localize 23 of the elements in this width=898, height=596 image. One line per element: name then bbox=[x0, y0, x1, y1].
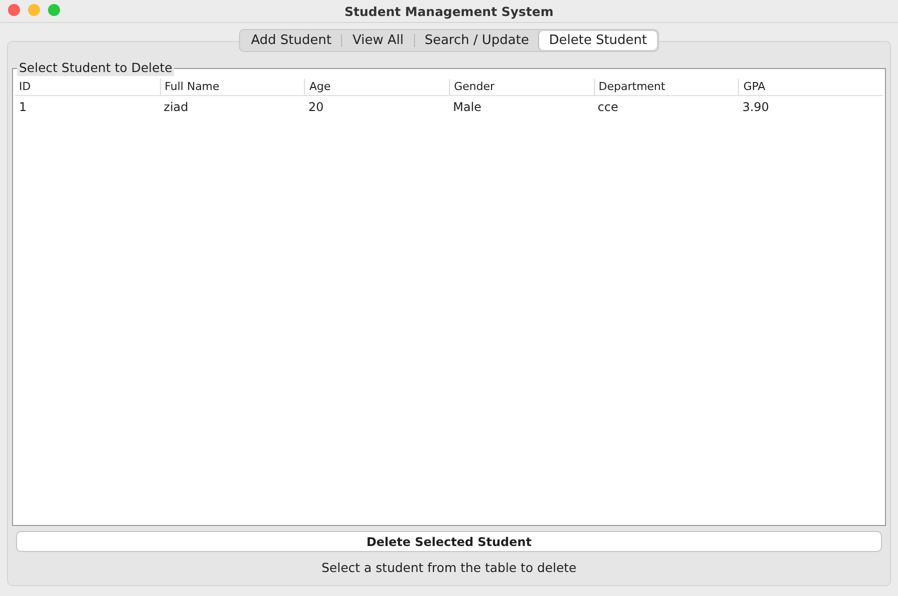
close-icon[interactable] bbox=[8, 4, 20, 16]
table-cell-text: cce bbox=[596, 100, 620, 114]
table-cell-text: 3.90 bbox=[741, 100, 770, 114]
table-cell-text: 20 bbox=[307, 100, 325, 114]
table-cell-text: Male bbox=[452, 100, 482, 114]
column-header[interactable]: Gender bbox=[449, 79, 594, 95]
delete-button[interactable]: Delete Selected Student bbox=[16, 531, 882, 552]
group-title: Select Student to Delete bbox=[17, 60, 174, 76]
status-text: Select a student from the table to delete bbox=[321, 560, 576, 575]
tab[interactable]: View All bbox=[342, 31, 414, 50]
column-header[interactable]: Department bbox=[594, 79, 738, 95]
tab[interactable]: Delete Student bbox=[538, 31, 657, 50]
tab[interactable]: Search / Update bbox=[414, 31, 539, 50]
column-header[interactable]: Full Name bbox=[160, 79, 304, 95]
maximize-icon[interactable] bbox=[48, 4, 60, 16]
table-cell-text: 1 bbox=[18, 100, 28, 114]
window-title: Student Management System bbox=[344, 4, 554, 18]
tab[interactable]: Add Student bbox=[241, 31, 342, 50]
table-cell-text: ziad bbox=[162, 100, 190, 114]
column-header[interactable]: GPA bbox=[738, 79, 883, 95]
minimize-icon[interactable] bbox=[28, 4, 40, 16]
column-header[interactable]: Age bbox=[304, 79, 449, 95]
column-header[interactable]: ID bbox=[15, 79, 160, 95]
